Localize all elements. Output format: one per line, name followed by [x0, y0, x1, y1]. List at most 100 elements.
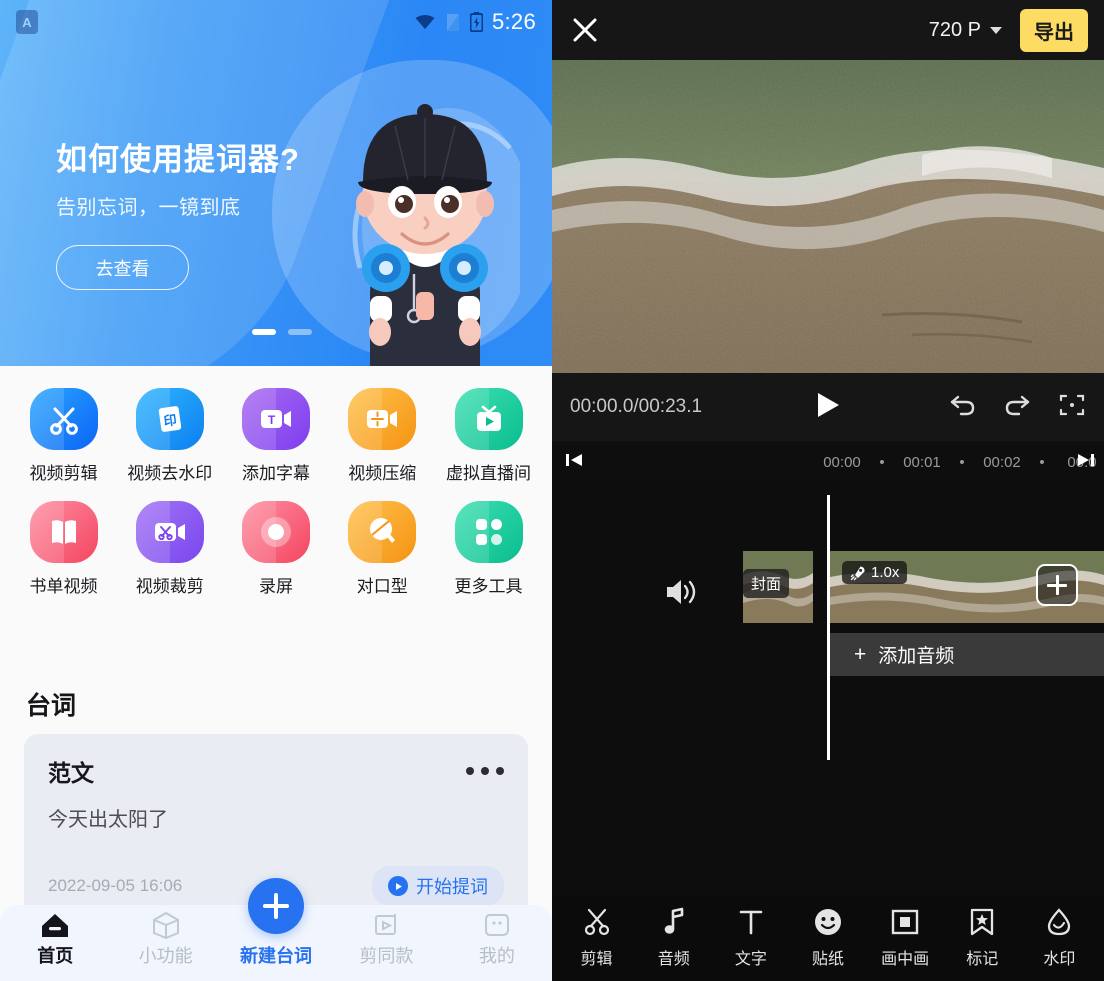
tool-label: 视频去水印 [127, 464, 213, 483]
tool-virtual-live[interactable]: 虚拟直播间 [441, 388, 536, 484]
redo-icon[interactable] [1004, 393, 1030, 422]
tool-label: 水印 [1043, 951, 1076, 968]
tool-crop-video[interactable]: 视频裁剪 [122, 501, 217, 597]
resolution-selector[interactable]: 720 P [929, 19, 1002, 42]
tool-video-edit[interactable]: 视频剪辑 [16, 388, 111, 484]
nav-item-profile[interactable]: 我的 [442, 911, 552, 968]
chevron-down-icon [990, 26, 1002, 34]
video-preview[interactable] [552, 60, 1104, 373]
ruler-tick-dot: • [1039, 453, 1045, 471]
tool-label: 贴纸 [811, 951, 844, 968]
promo-banner[interactable]: A 5:26 如何使用提词器? 告别忘词，一镜到底 去查看 [0, 0, 552, 366]
skip-to-start-icon[interactable] [564, 451, 584, 474]
bookmark-star-icon [971, 908, 994, 936]
aerial-beach-image [552, 60, 1104, 373]
nav-label: 首页 [37, 946, 74, 966]
script-card-body: 今天出太阳了 [48, 809, 168, 831]
new-script-fab[interactable] [248, 878, 304, 934]
timeline[interactable]: 封面 1.0x + 添加音频 [552, 483, 1104, 895]
watermark-drop-icon [1048, 908, 1071, 936]
music-note-icon [664, 907, 684, 934]
add-audio-track[interactable]: + 添加音频 [830, 633, 1104, 676]
tool-marker[interactable]: 标记 [945, 907, 1019, 969]
nav-item-templates[interactable]: 剪同款 [331, 911, 441, 968]
tool-add-subtitle[interactable]: T 添加字幕 [229, 388, 324, 484]
tool-audio[interactable]: 音频 [637, 907, 711, 969]
tool-screen-record[interactable]: 录屏 [229, 501, 324, 597]
status-bar-clock: 5:26 [491, 9, 536, 34]
export-button[interactable]: 导出 [1020, 8, 1088, 52]
editor-header: 720 P 导出 [552, 0, 1104, 60]
book-icon [29, 501, 98, 563]
tool-label: 文字 [734, 951, 767, 968]
start-teleprompter-label: 开始提词 [416, 877, 488, 897]
tool-label: 音频 [657, 951, 690, 968]
record-icon [242, 501, 310, 563]
ruler-tick-dot: • [879, 453, 885, 471]
banner-subtitle: 告别忘词，一镜到底 [56, 197, 241, 219]
mascot-illustration [352, 104, 520, 366]
banner-pagination[interactable] [252, 329, 312, 335]
play-icon[interactable] [814, 390, 842, 425]
tool-label: 虚拟直播间 [446, 464, 531, 483]
pagination-dot-1[interactable] [252, 329, 276, 335]
tool-label: 剪辑 [580, 951, 613, 968]
tool-more[interactable]: 更多工具 [441, 501, 536, 597]
tool-label: 视频压缩 [348, 464, 417, 483]
nav-label: 小功能 [138, 946, 193, 966]
tool-label: 对口型 [356, 577, 408, 596]
tool-clip[interactable]: 剪辑 [560, 907, 634, 969]
compress-video-icon [348, 388, 417, 450]
cover-thumbnail[interactable]: 封面 [743, 551, 813, 623]
tool-remove-watermark[interactable]: 印 视频去水印 [122, 388, 217, 484]
scissors-icon [584, 908, 609, 936]
ruler-tick-dot: • [959, 453, 965, 471]
skip-to-end-icon[interactable] [1076, 451, 1096, 474]
scissors-icon [29, 388, 98, 450]
tool-lipsync[interactable]: 对口型 [335, 501, 430, 597]
wifi-icon [415, 15, 435, 29]
app-screen: A 5:26 如何使用提词器? 告别忘词，一镜到底 去查看 视频剪辑 印 视频去… [0, 0, 1104, 981]
signal-icon [446, 13, 459, 31]
nav-item-home[interactable]: 首页 [0, 911, 110, 968]
clip-speed-label: 1.0x [871, 564, 900, 581]
template-video-icon [375, 914, 397, 935]
banner-title: 如何使用提词器? [56, 142, 300, 177]
start-teleprompter-button[interactable]: 开始提词 [372, 866, 504, 906]
close-icon[interactable] [568, 13, 602, 47]
tool-text[interactable]: 文字 [714, 907, 788, 969]
status-bar-right: 5:26 [414, 9, 536, 35]
pagination-dot-2[interactable] [288, 329, 312, 335]
tool-compress-video[interactable]: 视频压缩 [335, 388, 430, 484]
tool-watermark[interactable]: 水印 [1022, 907, 1096, 969]
grid-more-icon [454, 501, 523, 563]
home-panel: A 5:26 如何使用提词器? 告别忘词，一镜到底 去查看 视频剪辑 印 视频去… [0, 0, 552, 981]
watermark-stamp-icon: 印 [135, 388, 204, 450]
tools-grid: 视频剪辑 印 视频去水印 T 添加字幕 视频压缩 虚拟直播间 书单视频 视频裁剪… [0, 388, 552, 614]
rocket-icon [850, 566, 865, 580]
tool-book-video[interactable]: 书单视频 [16, 501, 111, 597]
nav-label: 剪同款 [359, 946, 414, 966]
focus-frame-icon[interactable] [1058, 392, 1086, 423]
undo-icon[interactable] [950, 393, 976, 422]
volume-icon[interactable] [664, 576, 700, 613]
pip-square-icon [891, 909, 919, 935]
tool-pip[interactable]: 画中画 [868, 907, 942, 969]
playback-right-controls [950, 392, 1086, 423]
script-card-title: 范文 [48, 760, 94, 786]
status-bar: A 5:26 [0, 0, 552, 44]
home-icon [42, 914, 69, 937]
hexagon-tools-icon [152, 911, 179, 939]
add-clip-button[interactable] [1036, 564, 1078, 606]
timeline-playhead[interactable] [827, 495, 830, 760]
tool-sticker[interactable]: 贴纸 [791, 907, 865, 969]
more-dots-icon[interactable] [466, 767, 504, 775]
crop-video-icon [135, 501, 204, 563]
app-icon: A [16, 10, 38, 34]
clip-speed-badge[interactable]: 1.0x [842, 561, 908, 584]
timeline-ruler: 00:00 • 00:01 • 00:02 • 00:0 [552, 441, 1104, 483]
play-circle-icon [388, 876, 408, 896]
banner-cta-button[interactable]: 去查看 [56, 245, 189, 290]
nav-item-mini-tools[interactable]: 小功能 [110, 911, 220, 968]
nav-label: 新建台词 [240, 946, 313, 966]
